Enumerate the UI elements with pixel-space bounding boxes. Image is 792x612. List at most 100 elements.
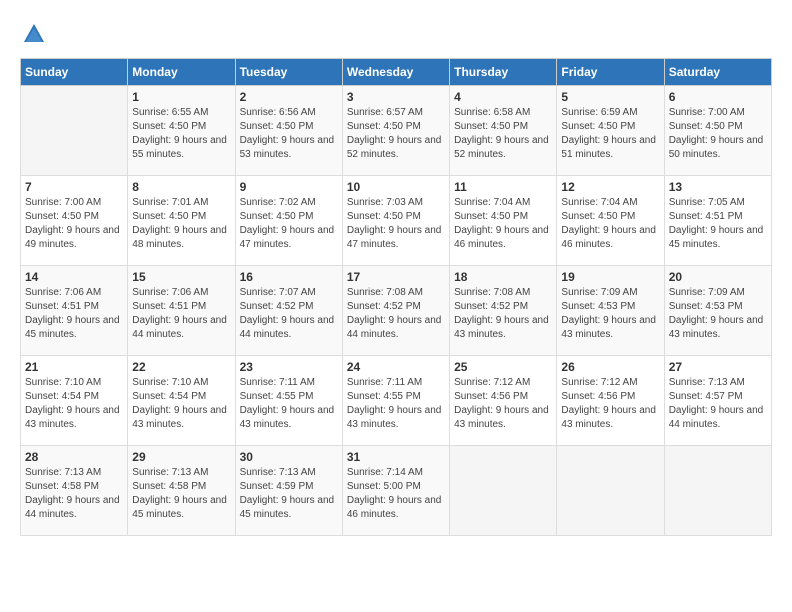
- day-number: 11: [454, 180, 552, 194]
- day-number: 22: [132, 360, 230, 374]
- day-info: Sunrise: 6:55 AMSunset: 4:50 PMDaylight:…: [132, 106, 230, 162]
- day-number: 14: [25, 270, 123, 284]
- day-number: 5: [561, 90, 659, 104]
- day-info: Sunrise: 7:06 AMSunset: 4:51 PMDaylight:…: [132, 286, 230, 342]
- day-number: 29: [132, 450, 230, 464]
- day-number: 3: [347, 90, 445, 104]
- day-number: 27: [669, 360, 767, 374]
- calendar-cell: 20 Sunrise: 7:09 AMSunset: 4:53 PMDaylig…: [664, 266, 771, 356]
- calendar-cell: 27 Sunrise: 7:13 AMSunset: 4:57 PMDaylig…: [664, 356, 771, 446]
- day-number: 4: [454, 90, 552, 104]
- header-tuesday: Tuesday: [235, 59, 342, 86]
- day-number: 26: [561, 360, 659, 374]
- day-number: 1: [132, 90, 230, 104]
- calendar-cell: [450, 446, 557, 536]
- calendar-cell: 6 Sunrise: 7:00 AMSunset: 4:50 PMDayligh…: [664, 86, 771, 176]
- day-number: 24: [347, 360, 445, 374]
- calendar-cell: 26 Sunrise: 7:12 AMSunset: 4:56 PMDaylig…: [557, 356, 664, 446]
- day-number: 21: [25, 360, 123, 374]
- calendar-cell: 10 Sunrise: 7:03 AMSunset: 4:50 PMDaylig…: [342, 176, 449, 266]
- calendar-cell: 12 Sunrise: 7:04 AMSunset: 4:50 PMDaylig…: [557, 176, 664, 266]
- day-info: Sunrise: 7:09 AMSunset: 4:53 PMDaylight:…: [561, 286, 659, 342]
- day-info: Sunrise: 7:04 AMSunset: 4:50 PMDaylight:…: [561, 196, 659, 252]
- calendar-cell: 30 Sunrise: 7:13 AMSunset: 4:59 PMDaylig…: [235, 446, 342, 536]
- day-number: 19: [561, 270, 659, 284]
- day-info: Sunrise: 7:01 AMSunset: 4:50 PMDaylight:…: [132, 196, 230, 252]
- calendar-cell: 21 Sunrise: 7:10 AMSunset: 4:54 PMDaylig…: [21, 356, 128, 446]
- calendar-cell: 14 Sunrise: 7:06 AMSunset: 4:51 PMDaylig…: [21, 266, 128, 356]
- day-info: Sunrise: 7:13 AMSunset: 4:58 PMDaylight:…: [132, 466, 230, 522]
- logo: [20, 20, 52, 48]
- calendar-cell: 3 Sunrise: 6:57 AMSunset: 4:50 PMDayligh…: [342, 86, 449, 176]
- calendar-cell: 31 Sunrise: 7:14 AMSunset: 5:00 PMDaylig…: [342, 446, 449, 536]
- calendar-cell: 16 Sunrise: 7:07 AMSunset: 4:52 PMDaylig…: [235, 266, 342, 356]
- day-info: Sunrise: 7:07 AMSunset: 4:52 PMDaylight:…: [240, 286, 338, 342]
- day-info: Sunrise: 7:10 AMSunset: 4:54 PMDaylight:…: [25, 376, 123, 432]
- day-number: 12: [561, 180, 659, 194]
- day-number: 18: [454, 270, 552, 284]
- calendar-cell: 22 Sunrise: 7:10 AMSunset: 4:54 PMDaylig…: [128, 356, 235, 446]
- week-row-2: 7 Sunrise: 7:00 AMSunset: 4:50 PMDayligh…: [21, 176, 772, 266]
- calendar-cell: 4 Sunrise: 6:58 AMSunset: 4:50 PMDayligh…: [450, 86, 557, 176]
- header-row: SundayMondayTuesdayWednesdayThursdayFrid…: [21, 59, 772, 86]
- page-header: [20, 20, 772, 48]
- day-info: Sunrise: 7:06 AMSunset: 4:51 PMDaylight:…: [25, 286, 123, 342]
- day-info: Sunrise: 7:05 AMSunset: 4:51 PMDaylight:…: [669, 196, 767, 252]
- day-number: 10: [347, 180, 445, 194]
- day-info: Sunrise: 7:13 AMSunset: 4:58 PMDaylight:…: [25, 466, 123, 522]
- day-number: 17: [347, 270, 445, 284]
- header-saturday: Saturday: [664, 59, 771, 86]
- header-wednesday: Wednesday: [342, 59, 449, 86]
- day-info: Sunrise: 7:08 AMSunset: 4:52 PMDaylight:…: [454, 286, 552, 342]
- day-number: 25: [454, 360, 552, 374]
- day-number: 23: [240, 360, 338, 374]
- header-monday: Monday: [128, 59, 235, 86]
- header-thursday: Thursday: [450, 59, 557, 86]
- day-info: Sunrise: 6:59 AMSunset: 4:50 PMDaylight:…: [561, 106, 659, 162]
- week-row-5: 28 Sunrise: 7:13 AMSunset: 4:58 PMDaylig…: [21, 446, 772, 536]
- day-number: 8: [132, 180, 230, 194]
- day-info: Sunrise: 7:04 AMSunset: 4:50 PMDaylight:…: [454, 196, 552, 252]
- calendar-cell: [557, 446, 664, 536]
- calendar-cell: 29 Sunrise: 7:13 AMSunset: 4:58 PMDaylig…: [128, 446, 235, 536]
- calendar-cell: 9 Sunrise: 7:02 AMSunset: 4:50 PMDayligh…: [235, 176, 342, 266]
- day-info: Sunrise: 7:10 AMSunset: 4:54 PMDaylight:…: [132, 376, 230, 432]
- day-number: 16: [240, 270, 338, 284]
- calendar-cell: 15 Sunrise: 7:06 AMSunset: 4:51 PMDaylig…: [128, 266, 235, 356]
- calendar-cell: 2 Sunrise: 6:56 AMSunset: 4:50 PMDayligh…: [235, 86, 342, 176]
- header-sunday: Sunday: [21, 59, 128, 86]
- day-info: Sunrise: 7:08 AMSunset: 4:52 PMDaylight:…: [347, 286, 445, 342]
- day-info: Sunrise: 7:00 AMSunset: 4:50 PMDaylight:…: [25, 196, 123, 252]
- day-number: 31: [347, 450, 445, 464]
- calendar-cell: 5 Sunrise: 6:59 AMSunset: 4:50 PMDayligh…: [557, 86, 664, 176]
- logo-icon: [20, 20, 48, 48]
- calendar-cell: 18 Sunrise: 7:08 AMSunset: 4:52 PMDaylig…: [450, 266, 557, 356]
- week-row-4: 21 Sunrise: 7:10 AMSunset: 4:54 PMDaylig…: [21, 356, 772, 446]
- calendar-cell: 13 Sunrise: 7:05 AMSunset: 4:51 PMDaylig…: [664, 176, 771, 266]
- day-number: 9: [240, 180, 338, 194]
- day-info: Sunrise: 7:02 AMSunset: 4:50 PMDaylight:…: [240, 196, 338, 252]
- calendar-cell: 8 Sunrise: 7:01 AMSunset: 4:50 PMDayligh…: [128, 176, 235, 266]
- day-number: 6: [669, 90, 767, 104]
- day-info: Sunrise: 7:11 AMSunset: 4:55 PMDaylight:…: [240, 376, 338, 432]
- day-info: Sunrise: 6:58 AMSunset: 4:50 PMDaylight:…: [454, 106, 552, 162]
- day-number: 20: [669, 270, 767, 284]
- day-info: Sunrise: 7:09 AMSunset: 4:53 PMDaylight:…: [669, 286, 767, 342]
- calendar-cell: 19 Sunrise: 7:09 AMSunset: 4:53 PMDaylig…: [557, 266, 664, 356]
- calendar-cell: 7 Sunrise: 7:00 AMSunset: 4:50 PMDayligh…: [21, 176, 128, 266]
- day-number: 15: [132, 270, 230, 284]
- day-number: 7: [25, 180, 123, 194]
- day-number: 13: [669, 180, 767, 194]
- day-info: Sunrise: 7:00 AMSunset: 4:50 PMDaylight:…: [669, 106, 767, 162]
- calendar-cell: 24 Sunrise: 7:11 AMSunset: 4:55 PMDaylig…: [342, 356, 449, 446]
- day-info: Sunrise: 7:12 AMSunset: 4:56 PMDaylight:…: [454, 376, 552, 432]
- week-row-1: 1 Sunrise: 6:55 AMSunset: 4:50 PMDayligh…: [21, 86, 772, 176]
- day-info: Sunrise: 7:11 AMSunset: 4:55 PMDaylight:…: [347, 376, 445, 432]
- week-row-3: 14 Sunrise: 7:06 AMSunset: 4:51 PMDaylig…: [21, 266, 772, 356]
- day-info: Sunrise: 6:56 AMSunset: 4:50 PMDaylight:…: [240, 106, 338, 162]
- day-info: Sunrise: 7:13 AMSunset: 4:57 PMDaylight:…: [669, 376, 767, 432]
- calendar-table: SundayMondayTuesdayWednesdayThursdayFrid…: [20, 58, 772, 536]
- day-info: Sunrise: 7:14 AMSunset: 5:00 PMDaylight:…: [347, 466, 445, 522]
- calendar-cell: [21, 86, 128, 176]
- header-friday: Friday: [557, 59, 664, 86]
